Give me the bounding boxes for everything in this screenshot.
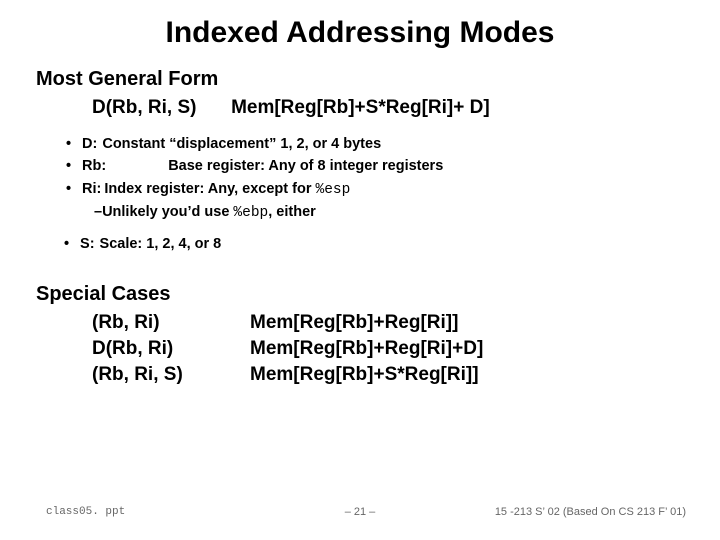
general-rhs: Mem[Reg[Rb]+S*Reg[Ri]+ D] [231, 97, 490, 118]
sc-row-2: (Rb, Ri, S) Mem[Reg[Rb]+S*Reg[Ri]] [36, 364, 684, 386]
bullet-ri-sub-reg: %ebp [233, 205, 268, 221]
sc-rhs-1: Mem[Reg[Rb]+Reg[Ri]+D] [250, 338, 684, 360]
sc-rhs-0: Mem[Reg[Rb]+Reg[Ri]] [250, 312, 684, 334]
footer-right: 15 -213 S’ 02 (Based On CS 213 F’ 01) [495, 506, 686, 518]
sc-lhs-1: D(Rb, Ri) [92, 338, 250, 360]
sc-lhs-2: (Rb, Ri, S) [92, 364, 250, 386]
slide: Indexed Addressing Modes Most General Fo… [0, 0, 720, 540]
sc-lhs-0: (Rb, Ri) [92, 312, 250, 334]
bullet-ri-sub: Unlikely you’d use %ebp, either [66, 201, 684, 224]
bullet-s: S: Scale: 1, 2, 4, or 8 [64, 233, 684, 255]
bullet-rb-desc: Base register: Any of 8 integer register… [168, 158, 443, 174]
general-form-heading: Most General Form [36, 68, 684, 91]
special-heading: Special Cases [36, 283, 684, 306]
bullet-d: D: Constant “displacement” 1, 2, or 4 byt… [64, 133, 684, 155]
bullet-ri: Ri:Index register: Any, except for %esp … [64, 178, 684, 225]
bullet-ri-sub-before: Unlikely you’d use [102, 204, 233, 220]
bullet-rb: Rb: Base register: Any of 8 integer regis… [64, 155, 684, 177]
sc-row-0: (Rb, Ri) Mem[Reg[Rb]+Reg[Ri]] [36, 312, 684, 334]
bullet-rb-label: Rb: [82, 158, 106, 174]
sc-row-1: D(Rb, Ri) Mem[Reg[Rb]+Reg[Ri]+D] [36, 338, 684, 360]
bullet-ri-sub-after: , either [268, 204, 316, 220]
params-list-2: S: Scale: 1, 2, 4, or 8 [36, 233, 684, 255]
bullet-ri-desc: Index register: Any, except for [104, 181, 315, 197]
special-cases: Special Cases (Rb, Ri) Mem[Reg[Rb]+Reg[R… [36, 283, 684, 386]
bullet-d-label: D: [82, 136, 97, 152]
bullet-s-label: S: [80, 236, 95, 252]
footer: class05. ppt – 21 – 15 -213 S’ 02 (Based… [0, 506, 720, 524]
bullet-d-desc: Constant “displacement” 1, 2, or 4 bytes [102, 136, 381, 152]
bullet-ri-reg: %esp [316, 182, 351, 198]
params-list: D: Constant “displacement” 1, 2, or 4 byt… [36, 133, 684, 225]
bullet-s-desc: Scale: 1, 2, 4, or 8 [100, 236, 222, 252]
sc-rhs-2: Mem[Reg[Rb]+S*Reg[Ri]] [250, 364, 684, 386]
slide-title: Indexed Addressing Modes [36, 16, 684, 50]
general-form-line: D(Rb, Ri, S) Mem[Reg[Rb]+S*Reg[Ri]+ D] [36, 97, 684, 119]
general-lhs: D(Rb, Ri, S) [92, 97, 197, 118]
bullet-ri-label: Ri: [82, 181, 101, 197]
